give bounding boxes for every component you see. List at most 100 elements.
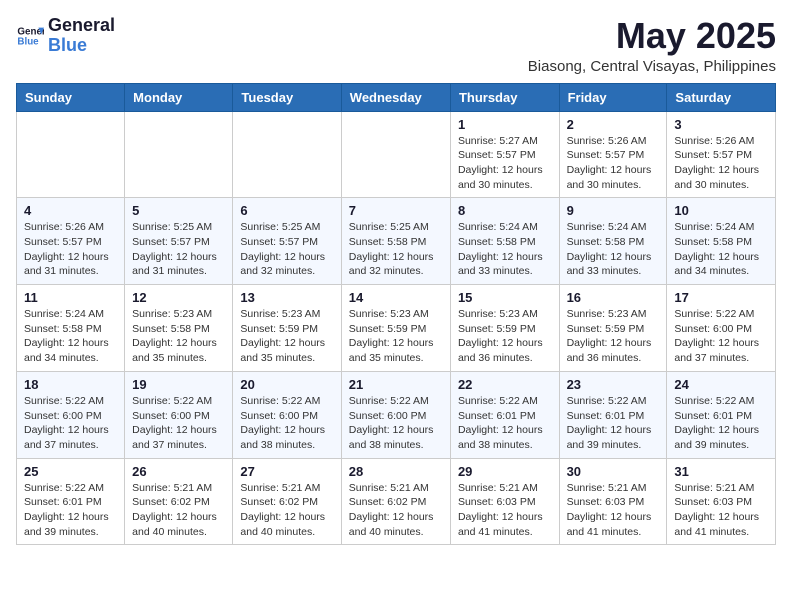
day-info: Sunrise: 5:25 AM Sunset: 5:58 PM Dayligh… (349, 220, 443, 279)
day-info: Sunrise: 5:21 AM Sunset: 6:03 PM Dayligh… (458, 481, 552, 540)
calendar-cell: 4 Sunrise: 5:26 AM Sunset: 5:57 PM Daylig… (17, 198, 125, 285)
calendar-cell: 29 Sunrise: 5:21 AM Sunset: 6:03 PM Dayli… (450, 458, 559, 545)
location-subtitle: Biasong, Central Visayas, Philippines (528, 58, 776, 75)
day-info: Sunrise: 5:22 AM Sunset: 6:01 PM Dayligh… (458, 394, 552, 453)
calendar-week-row: 11Sunrise: 5:24 AM Sunset: 5:58 PM Dayli… (17, 285, 776, 372)
day-number: 21 (349, 377, 443, 392)
day-info: Sunrise: 5:22 AM Sunset: 6:00 PM Dayligh… (24, 394, 117, 453)
day-number: 29 (458, 464, 552, 479)
weekday-header-wednesday: Wednesday (341, 83, 450, 111)
day-number: 13 (240, 290, 333, 305)
day-number: 22 (458, 377, 552, 392)
day-number: 6 (240, 203, 333, 218)
calendar-cell: 19Sunrise: 5:22 AM Sunset: 6:00 PM Dayli… (125, 371, 233, 458)
day-info: Sunrise: 5:26 AM Sunset: 5:57 PM Dayligh… (24, 220, 117, 279)
weekday-header-saturday: Saturday (667, 83, 776, 111)
calendar-cell: 23 Sunrise: 5:22 AM Sunset: 6:01 PM Dayli… (559, 371, 667, 458)
day-info: Sunrise: 5:24 AM Sunset: 5:58 PM Dayligh… (24, 307, 117, 366)
day-info: Sunrise: 5:26 AM Sunset: 5:57 PM Dayligh… (567, 134, 660, 193)
calendar-cell: 3 Sunrise: 5:26 AM Sunset: 5:57 PM Daylig… (667, 111, 776, 198)
day-info: Sunrise: 5:21 AM Sunset: 6:03 PM Dayligh… (567, 481, 660, 540)
svg-text:Blue: Blue (17, 36, 39, 47)
calendar-cell: 24Sunrise: 5:22 AM Sunset: 6:01 PM Dayli… (667, 371, 776, 458)
day-number: 28 (349, 464, 443, 479)
day-info: Sunrise: 5:24 AM Sunset: 5:58 PM Dayligh… (674, 220, 768, 279)
logo-blue: Blue (48, 36, 115, 56)
day-number: 20 (240, 377, 333, 392)
day-number: 7 (349, 203, 443, 218)
calendar-cell: 6Sunrise: 5:25 AM Sunset: 5:57 PM Daylig… (233, 198, 341, 285)
day-info: Sunrise: 5:24 AM Sunset: 5:58 PM Dayligh… (458, 220, 552, 279)
logo-general: General (48, 16, 115, 36)
day-info: Sunrise: 5:22 AM Sunset: 6:00 PM Dayligh… (132, 394, 225, 453)
weekday-header-monday: Monday (125, 83, 233, 111)
calendar-week-row: 1Sunrise: 5:27 AM Sunset: 5:57 PM Daylig… (17, 111, 776, 198)
calendar-cell: 25 Sunrise: 5:22 AM Sunset: 6:01 PM Dayli… (17, 458, 125, 545)
calendar-cell: 14 Sunrise: 5:23 AM Sunset: 5:59 PM Dayli… (341, 285, 450, 372)
weekday-header-friday: Friday (559, 83, 667, 111)
day-info: Sunrise: 5:22 AM Sunset: 6:01 PM Dayligh… (24, 481, 117, 540)
calendar-cell: 5 Sunrise: 5:25 AM Sunset: 5:57 PM Daylig… (125, 198, 233, 285)
day-info: Sunrise: 5:23 AM Sunset: 5:59 PM Dayligh… (240, 307, 333, 366)
calendar-cell: 28 Sunrise: 5:21 AM Sunset: 6:02 PM Dayli… (341, 458, 450, 545)
weekday-header-row: SundayMondayTuesdayWednesdayThursdayFrid… (17, 83, 776, 111)
calendar-cell: 21 Sunrise: 5:22 AM Sunset: 6:00 PM Dayli… (341, 371, 450, 458)
day-info: Sunrise: 5:22 AM Sunset: 6:01 PM Dayligh… (567, 394, 660, 453)
day-number: 5 (132, 203, 225, 218)
calendar-cell: 11Sunrise: 5:24 AM Sunset: 5:58 PM Dayli… (17, 285, 125, 372)
calendar-cell: 26Sunrise: 5:21 AM Sunset: 6:02 PM Dayli… (125, 458, 233, 545)
calendar-cell: 9Sunrise: 5:24 AM Sunset: 5:58 PM Daylig… (559, 198, 667, 285)
calendar-cell: 17Sunrise: 5:22 AM Sunset: 6:00 PM Dayli… (667, 285, 776, 372)
calendar-week-row: 4 Sunrise: 5:26 AM Sunset: 5:57 PM Daylig… (17, 198, 776, 285)
day-info: Sunrise: 5:22 AM Sunset: 6:00 PM Dayligh… (674, 307, 768, 366)
calendar-cell (125, 111, 233, 198)
day-number: 8 (458, 203, 552, 218)
day-info: Sunrise: 5:27 AM Sunset: 5:57 PM Dayligh… (458, 134, 552, 193)
day-info: Sunrise: 5:22 AM Sunset: 6:00 PM Dayligh… (240, 394, 333, 453)
day-number: 24 (674, 377, 768, 392)
day-info: Sunrise: 5:25 AM Sunset: 5:57 PM Dayligh… (132, 220, 225, 279)
calendar-cell: 16 Sunrise: 5:23 AM Sunset: 5:59 PM Dayli… (559, 285, 667, 372)
day-number: 4 (24, 203, 117, 218)
day-number: 16 (567, 290, 660, 305)
day-info: Sunrise: 5:21 AM Sunset: 6:02 PM Dayligh… (349, 481, 443, 540)
day-number: 27 (240, 464, 333, 479)
calendar-cell: 18Sunrise: 5:22 AM Sunset: 6:00 PM Dayli… (17, 371, 125, 458)
calendar-cell: 20 Sunrise: 5:22 AM Sunset: 6:00 PM Dayli… (233, 371, 341, 458)
day-info: Sunrise: 5:23 AM Sunset: 5:59 PM Dayligh… (349, 307, 443, 366)
logo-icon: General Blue (16, 22, 44, 50)
calendar-cell (341, 111, 450, 198)
calendar-week-row: 18Sunrise: 5:22 AM Sunset: 6:00 PM Dayli… (17, 371, 776, 458)
day-number: 30 (567, 464, 660, 479)
day-number: 12 (132, 290, 225, 305)
calendar-cell: 31 Sunrise: 5:21 AM Sunset: 6:03 PM Dayli… (667, 458, 776, 545)
day-number: 10 (674, 203, 768, 218)
weekday-header-thursday: Thursday (450, 83, 559, 111)
calendar-cell: 22 Sunrise: 5:22 AM Sunset: 6:01 PM Dayli… (450, 371, 559, 458)
day-number: 15 (458, 290, 552, 305)
day-info: Sunrise: 5:21 AM Sunset: 6:02 PM Dayligh… (240, 481, 333, 540)
calendar-cell: 15Sunrise: 5:23 AM Sunset: 5:59 PM Dayli… (450, 285, 559, 372)
day-info: Sunrise: 5:22 AM Sunset: 6:00 PM Dayligh… (349, 394, 443, 453)
day-number: 31 (674, 464, 768, 479)
day-info: Sunrise: 5:21 AM Sunset: 6:03 PM Dayligh… (674, 481, 768, 540)
day-number: 3 (674, 117, 768, 132)
calendar-cell: 7 Sunrise: 5:25 AM Sunset: 5:58 PM Daylig… (341, 198, 450, 285)
calendar-cell: 8 Sunrise: 5:24 AM Sunset: 5:58 PM Daylig… (450, 198, 559, 285)
calendar-cell: 30 Sunrise: 5:21 AM Sunset: 6:03 PM Dayli… (559, 458, 667, 545)
weekday-header-sunday: Sunday (17, 83, 125, 111)
calendar-cell: 13 Sunrise: 5:23 AM Sunset: 5:59 PM Dayli… (233, 285, 341, 372)
page-header: General Blue General Blue May 2025 Biaso… (16, 16, 776, 75)
day-number: 14 (349, 290, 443, 305)
day-number: 23 (567, 377, 660, 392)
day-info: Sunrise: 5:21 AM Sunset: 6:02 PM Dayligh… (132, 481, 225, 540)
title-block: May 2025 Biasong, Central Visayas, Phili… (528, 16, 776, 75)
day-info: Sunrise: 5:24 AM Sunset: 5:58 PM Dayligh… (567, 220, 660, 279)
calendar-cell (17, 111, 125, 198)
day-info: Sunrise: 5:26 AM Sunset: 5:57 PM Dayligh… (674, 134, 768, 193)
calendar-cell: 12Sunrise: 5:23 AM Sunset: 5:58 PM Dayli… (125, 285, 233, 372)
calendar-cell: 10 Sunrise: 5:24 AM Sunset: 5:58 PM Dayli… (667, 198, 776, 285)
day-info: Sunrise: 5:23 AM Sunset: 5:59 PM Dayligh… (567, 307, 660, 366)
day-number: 25 (24, 464, 117, 479)
calendar-table: SundayMondayTuesdayWednesdayThursdayFrid… (16, 83, 776, 546)
